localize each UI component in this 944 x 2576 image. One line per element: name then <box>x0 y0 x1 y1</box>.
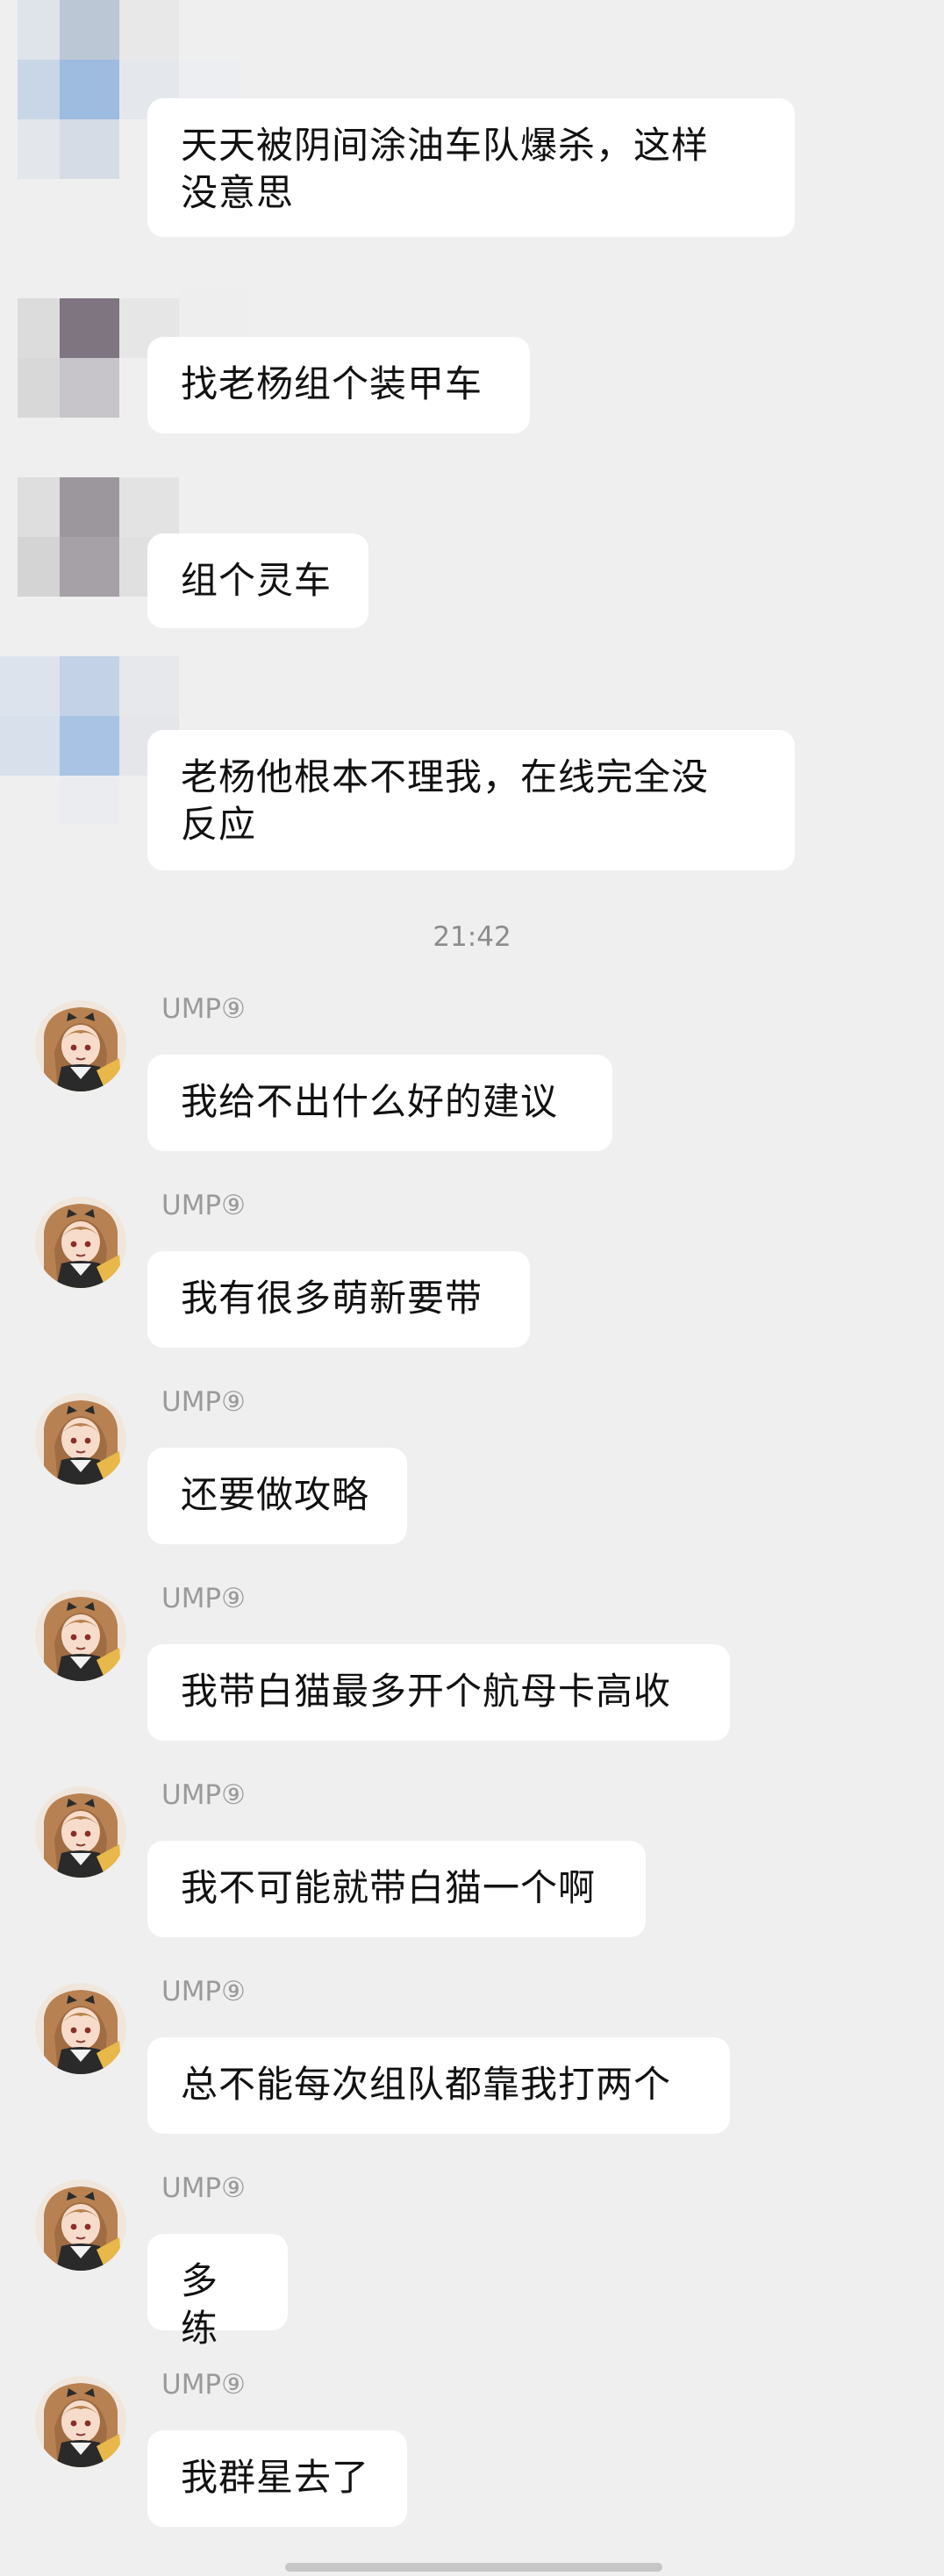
message-bubble[interactable]: 还要做攻略 <box>147 1448 407 1544</box>
sender-name: UMP⑨ <box>161 1976 246 2007</box>
message-line: 我不可能就带白猫一个啊 <box>181 1866 597 1909</box>
message-bubble[interactable]: 我群星去了 <box>147 2430 407 2527</box>
message-line: 老杨他根本不理我，在线完全没 <box>181 755 710 798</box>
sender-name: UMP⑨ <box>161 1583 246 1614</box>
avatar[interactable] <box>35 2376 126 2467</box>
sender-name: UMP⑨ <box>161 1386 246 1418</box>
avatar[interactable] <box>35 2179 126 2271</box>
message-bubble[interactable]: 找老杨组个装甲车 <box>147 337 530 433</box>
message-bubble[interactable]: 我带白猫最多开个航母卡高收 <box>147 1644 730 1741</box>
message-bubble[interactable]: 老杨他根本不理我，在线完全没 反应 <box>147 730 795 870</box>
timestamp: 21:42 <box>433 921 511 953</box>
message-line: 我带白猫最多开个航母卡高收 <box>181 1670 672 1713</box>
sender-name: UMP⑨ <box>161 1190 246 1221</box>
message-line: 多练 <box>181 2259 219 2350</box>
sender-name: UMP⑨ <box>161 1779 246 1811</box>
avatar[interactable] <box>35 1000 126 1091</box>
message-line: 我群星去了 <box>181 2456 370 2499</box>
message-line: 还要做攻略 <box>181 1473 370 1516</box>
message-bubble[interactable]: 我不可能就带白猫一个啊 <box>147 1841 646 1937</box>
avatar[interactable] <box>35 1786 126 1878</box>
message-line: 反应 <box>181 803 257 846</box>
avatar[interactable] <box>35 1197 126 1288</box>
message-bubble[interactable]: 我有很多萌新要带 <box>147 1251 530 1348</box>
avatar[interactable] <box>35 1983 126 2074</box>
home-indicator[interactable] <box>285 2563 662 2572</box>
message-line: 没意思 <box>181 171 295 214</box>
message-line: 找老杨组个装甲车 <box>181 362 483 405</box>
avatar[interactable] <box>35 1590 126 1681</box>
message-line: 总不能每次组队都靠我打两个 <box>181 2063 672 2106</box>
message-bubble[interactable]: 我给不出什么好的建议 <box>147 1055 612 1151</box>
message-bubble[interactable]: 多练 <box>147 2234 288 2350</box>
message-line: 组个灵车 <box>181 559 333 602</box>
sender-name: UMP⑨ <box>161 993 246 1025</box>
message-bubble[interactable]: 天天被阴间涂油车队爆杀，这样 没意思 <box>147 98 795 237</box>
sender-name: UMP⑨ <box>161 2172 246 2204</box>
avatar[interactable] <box>35 1393 126 1485</box>
sender-name: UMP⑨ <box>161 2369 246 2401</box>
message-bubble[interactable]: 组个灵车 <box>147 533 368 628</box>
message-line: 我有很多萌新要带 <box>181 1277 483 1320</box>
message-line: 我给不出什么好的建议 <box>181 1080 559 1123</box>
message-bubble[interactable]: 总不能每次组队都靠我打两个 <box>147 2037 730 2134</box>
message-line: 天天被阴间涂油车队爆杀，这样 <box>181 124 710 167</box>
